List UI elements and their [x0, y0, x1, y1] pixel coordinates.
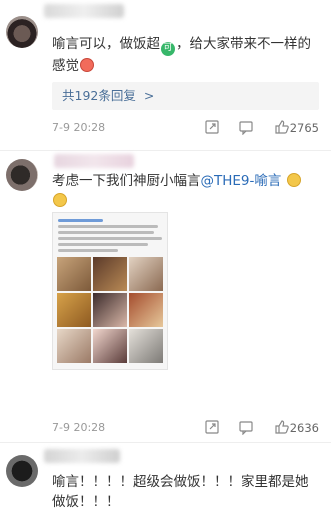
image-grid [57, 257, 163, 363]
emoji-icon [53, 193, 67, 207]
timestamp: 7-9 20:28 [52, 421, 106, 434]
timestamp: 7-9 20:28 [52, 121, 106, 134]
comment-text: 喻言！！！！超级会做饭！！！家里都是她做饭！！！ [52, 472, 315, 512]
username-blurred[interactable] [44, 449, 120, 463]
avatar[interactable] [6, 455, 38, 487]
username-blurred[interactable] [44, 4, 124, 18]
comment-text-part: 喻言！！！！超级会做饭！！！家里都是她做饭！！！ [52, 474, 309, 510]
comment-meta: 7-9 20:28 2765 [52, 119, 319, 137]
like-count: 2636 [289, 421, 319, 435]
ke-emoji-icon: 可 [161, 42, 175, 56]
attached-image[interactable] [52, 212, 168, 370]
avatar[interactable] [6, 159, 38, 191]
emoji-icon [286, 173, 301, 187]
emoji-icon [80, 58, 94, 72]
view-replies-button[interactable]: 共192条回复 > [52, 82, 319, 110]
comment-icon[interactable] [238, 119, 254, 135]
comment-text-part: 喻言可以，做饭超 [52, 36, 160, 52]
reply-count: 共192条回复 [62, 88, 136, 103]
like-icon[interactable] [274, 419, 290, 435]
comment-1: 喻言可以，做饭超可，给大家带来不一样的感觉 共192条回复 > 7-9 20:2… [0, 0, 331, 152]
mention-link[interactable]: @THE9-喻言 [201, 173, 282, 189]
like-count: 2765 [289, 121, 319, 135]
avatar[interactable] [6, 16, 38, 48]
comment-text-part: 考虑一下我们神厨小幅言 [52, 173, 201, 189]
comment-icon[interactable] [238, 419, 254, 435]
like-icon[interactable] [274, 119, 290, 135]
chevron-right-icon: > [143, 88, 155, 103]
comment-meta: 7-9 20:28 2636 [52, 419, 319, 437]
share-icon[interactable] [204, 419, 220, 435]
comment-text: 喻言可以，做饭超可，给大家带来不一样的感觉 [52, 34, 315, 76]
share-icon[interactable] [204, 119, 220, 135]
username-blurred[interactable] [54, 154, 134, 168]
